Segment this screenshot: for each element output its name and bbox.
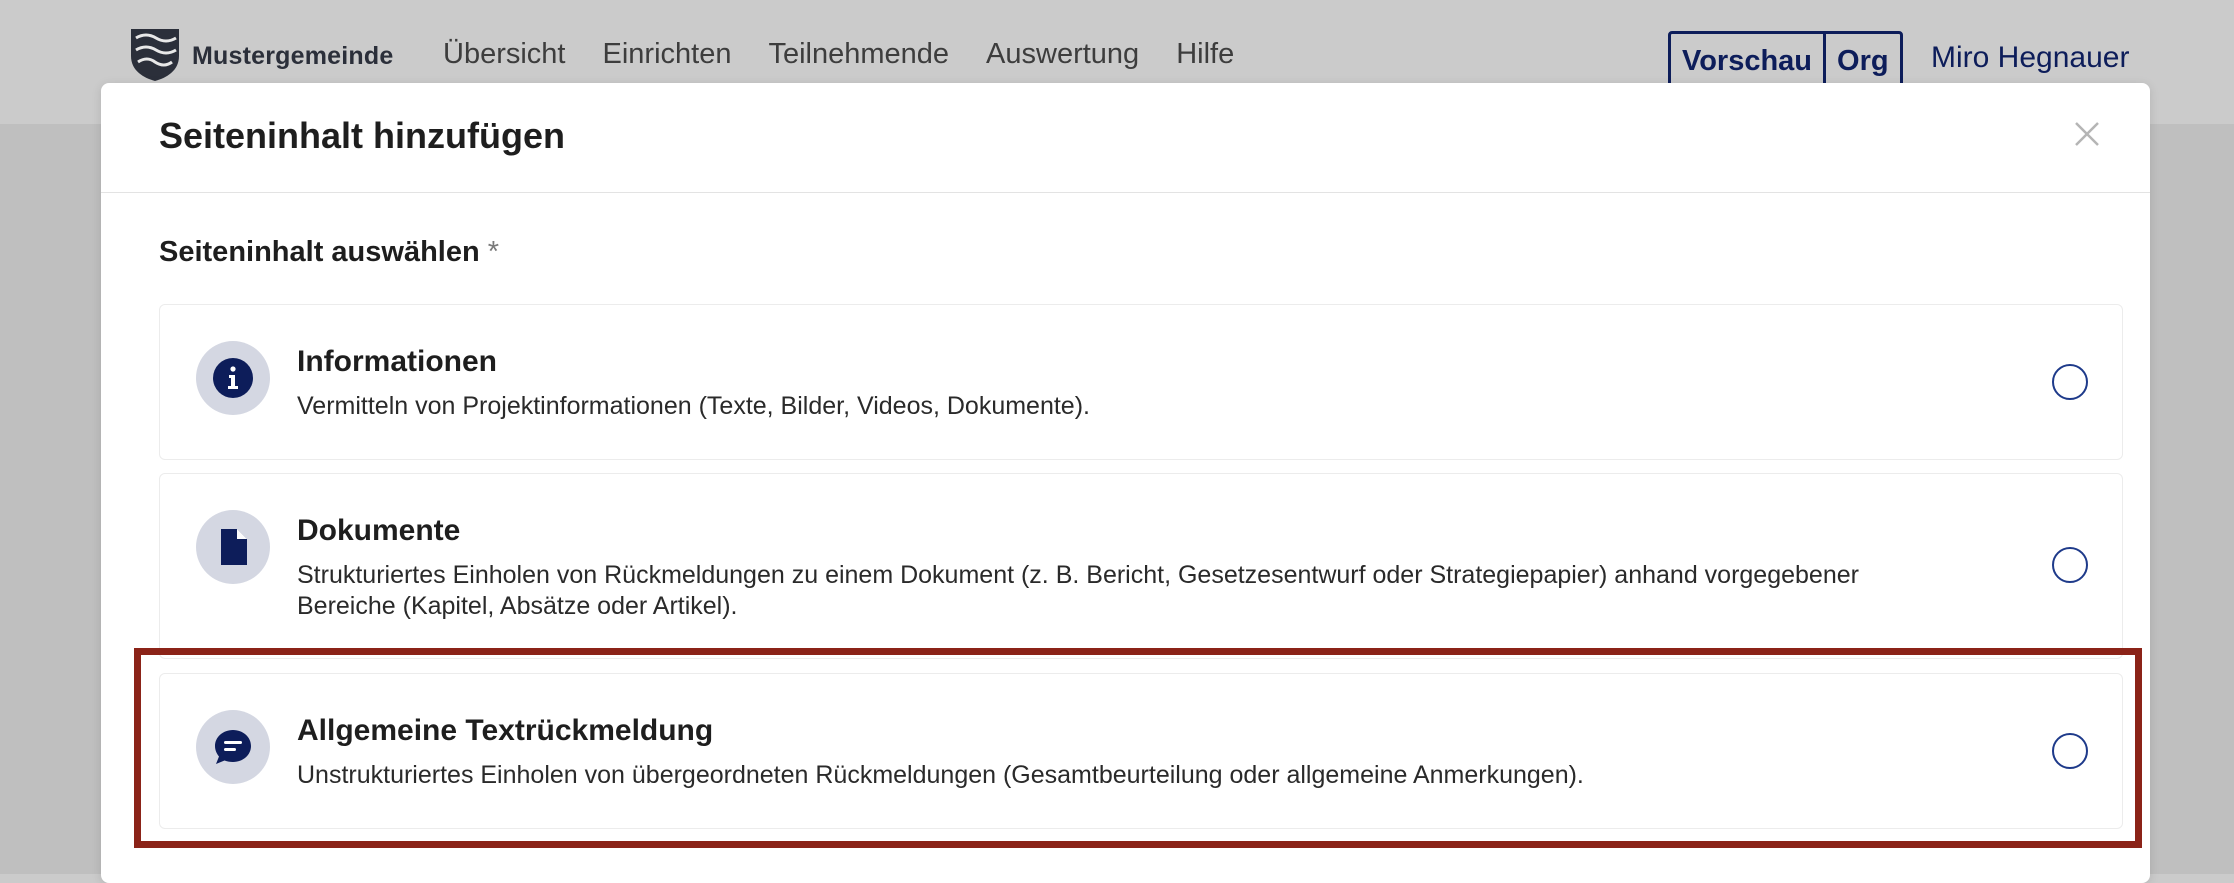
info-icon xyxy=(196,341,270,415)
option-allgemeine-textrueckmeldung[interactable]: Allgemeine Textrückmeldung Unstrukturier… xyxy=(159,673,2123,829)
option-title: Informationen xyxy=(297,345,497,378)
mode-switch: Vorschau Org xyxy=(1668,31,1903,91)
option-title: Allgemeine Textrückmeldung xyxy=(297,714,714,747)
option-description: Unstrukturiertes Einholen von übergeordn… xyxy=(297,761,1584,789)
main-nav: Übersicht Einrichten Teilnehmende Auswer… xyxy=(443,38,1234,71)
nav-item-teilnehmende[interactable]: Teilnehmende xyxy=(768,38,949,71)
user-menu[interactable]: Miro Hegnauer xyxy=(1931,41,2129,75)
nav-item-uebersicht[interactable]: Übersicht xyxy=(443,38,566,71)
option-description: Strukturiertes Einholen von Rückmeldunge… xyxy=(297,561,1859,620)
option-description: Vermitteln von Projektinformationen (Tex… xyxy=(297,392,1090,420)
option-dokumente[interactable]: Dokumente Strukturiertes Einholen von Rü… xyxy=(159,473,2123,659)
logo-text: Mustergemeinde xyxy=(192,42,394,70)
nav-item-auswertung[interactable]: Auswertung xyxy=(986,38,1139,71)
modal-header: Seiteninhalt hinzufügen xyxy=(101,83,2150,193)
document-icon xyxy=(196,510,270,584)
option-title: Dokumente xyxy=(297,514,461,547)
radio-allgemeine-textrueckmeldung[interactable] xyxy=(2052,733,2088,769)
section-label: Seiteninhalt auswählen * xyxy=(159,236,499,269)
required-marker: * xyxy=(487,236,499,268)
close-icon[interactable] xyxy=(2070,117,2104,151)
section-label-text: Seiteninhalt auswählen xyxy=(159,236,480,268)
coat-of-arms-icon xyxy=(128,26,182,87)
chat-bubble-icon xyxy=(196,710,270,784)
switch-vorschau[interactable]: Vorschau xyxy=(1671,34,1823,88)
modal-title: Seiteninhalt hinzufügen xyxy=(159,115,565,156)
option-informationen[interactable]: Informationen Vermitteln von Projektinfo… xyxy=(159,304,2123,460)
add-page-content-modal: Seiteninhalt hinzufügen Seiteninhalt aus… xyxy=(101,83,2150,883)
radio-informationen[interactable] xyxy=(2052,364,2088,400)
radio-dokumente[interactable] xyxy=(2052,547,2088,583)
nav-item-einrichten[interactable]: Einrichten xyxy=(603,38,732,71)
switch-org[interactable]: Org xyxy=(1823,34,1900,88)
nav-item-hilfe[interactable]: Hilfe xyxy=(1176,38,1234,71)
logo[interactable]: Mustergemeinde xyxy=(128,26,393,87)
